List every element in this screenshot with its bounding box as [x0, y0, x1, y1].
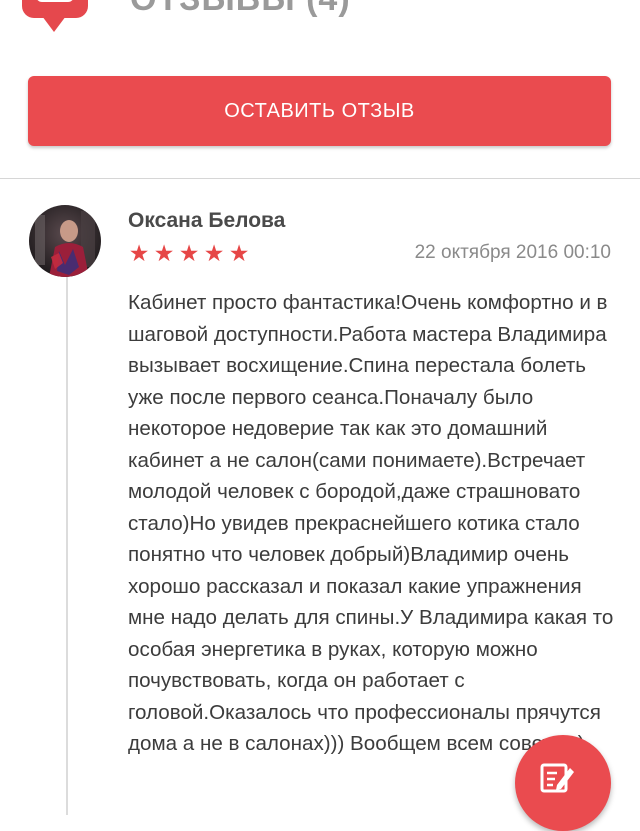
star-icon: ★	[153, 240, 175, 266]
review-author-name: Оксана Белова	[128, 209, 286, 232]
star-icon: ★	[228, 240, 250, 266]
star-icon: ★	[203, 240, 225, 266]
review-text: Кабинет просто фантастика!Очень комфортн…	[128, 291, 614, 755]
review-card: Оксана Белова ★ ★ ★ ★ ★ 22 октября 2016 …	[0, 179, 640, 815]
reviews-header: ОТЗЫВЫ (4)	[0, 0, 640, 50]
star-icon: ★	[128, 240, 150, 266]
star-icon: ★	[178, 240, 200, 266]
avatar[interactable]	[29, 205, 101, 277]
leave-review-section: ОСТАВИТЬ ОТЗЫВ	[0, 50, 640, 178]
page-title: ОТЗЫВЫ (4)	[130, 0, 351, 19]
write-review-fab[interactable]	[515, 735, 611, 831]
timeline-line	[66, 275, 68, 815]
edit-icon	[540, 763, 574, 793]
leave-review-button[interactable]: ОСТАВИТЬ ОТЗЫВ	[28, 76, 611, 146]
review-bubble-icon	[22, 0, 88, 32]
review-date: 22 октября 2016 00:10	[414, 242, 611, 263]
rating-stars: ★ ★ ★ ★ ★	[127, 240, 251, 266]
